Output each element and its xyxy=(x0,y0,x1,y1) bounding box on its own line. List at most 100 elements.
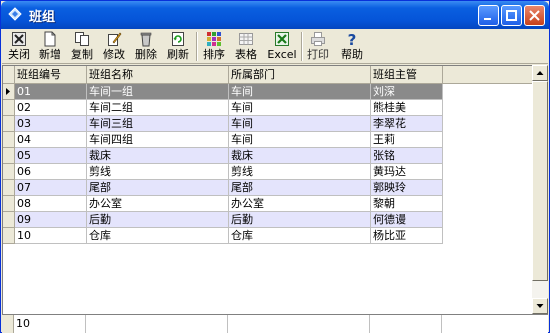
table-icon xyxy=(239,33,253,45)
cell-supervisor[interactable]: 李翠花 xyxy=(371,116,443,132)
row-indicator[interactable] xyxy=(3,164,15,180)
close-button[interactable]: 关闭 xyxy=(6,30,32,63)
cell-code[interactable]: 01 xyxy=(15,84,87,100)
cell-supervisor[interactable]: 张铭 xyxy=(371,148,443,164)
cell-name[interactable]: 车间一组 xyxy=(87,84,229,100)
column-header-code[interactable]: 班组编号 xyxy=(15,66,87,84)
copy-button[interactable]: 复制 xyxy=(68,30,96,63)
cell-code[interactable]: 06 xyxy=(15,164,87,180)
close-icon xyxy=(529,10,540,21)
row-indicator[interactable] xyxy=(3,100,15,116)
row-indicator[interactable] xyxy=(3,196,15,212)
new-button[interactable]: 新增 xyxy=(36,30,64,63)
copy-label: 复制 xyxy=(71,48,93,61)
current-row-arrow-icon xyxy=(6,88,10,95)
column-header-supervisor[interactable]: 班组主管 xyxy=(371,66,443,84)
toolbar: 关闭 新增 复制 修改 删除 刷新 排序 表格 Excel 打印 ? 帮助 xyxy=(2,29,548,64)
maximize-button[interactable] xyxy=(501,5,522,26)
title-bar[interactable]: 班组 xyxy=(1,1,549,29)
cell-supervisor[interactable]: 郭映玲 xyxy=(371,180,443,196)
copy-icon xyxy=(75,32,89,46)
cell-code[interactable]: 04 xyxy=(15,132,87,148)
cell-code[interactable]: 10 xyxy=(15,228,87,244)
footer-indicator xyxy=(2,315,14,333)
cell-department[interactable]: 裁床 xyxy=(229,148,371,164)
row-indicator[interactable] xyxy=(3,132,15,148)
minimize-button[interactable] xyxy=(478,5,499,26)
arrow-up-icon xyxy=(536,71,544,75)
cell-code[interactable]: 08 xyxy=(15,196,87,212)
sort-button[interactable]: 排序 xyxy=(200,30,228,63)
help-button[interactable]: ? 帮助 xyxy=(338,30,366,63)
row-indicator[interactable] xyxy=(3,228,15,244)
cell-department[interactable]: 车间 xyxy=(229,84,371,100)
cell-code[interactable]: 02 xyxy=(15,100,87,116)
row-indicator[interactable] xyxy=(3,148,15,164)
cell-name[interactable]: 尾部 xyxy=(87,180,229,196)
cell-name[interactable]: 车间三组 xyxy=(87,116,229,132)
cell-name[interactable]: 车间二组 xyxy=(87,100,229,116)
cell-supervisor[interactable]: 黄玛达 xyxy=(371,164,443,180)
table-label: 表格 xyxy=(235,48,257,61)
cell-supervisor[interactable]: 黎朝 xyxy=(371,196,443,212)
grid-empty-area xyxy=(443,84,532,314)
cell-name[interactable]: 裁床 xyxy=(87,148,229,164)
edit-label: 修改 xyxy=(103,48,125,61)
cell-department[interactable]: 车间 xyxy=(229,116,371,132)
column-header-name[interactable]: 班组名称 xyxy=(87,66,229,84)
delete-button[interactable]: 删除 xyxy=(132,30,160,63)
cell-supervisor[interactable]: 熊桂美 xyxy=(371,100,443,116)
data-grid[interactable]: 班组编号 班组名称 所属部门 班组主管 01 车间一组 车间 刘深 02 车间二组 车间 熊桂… xyxy=(2,65,532,314)
window-title: 班组 xyxy=(29,10,56,25)
excel-label: Excel xyxy=(267,48,297,61)
cell-supervisor[interactable]: 何德谩 xyxy=(371,212,443,228)
cell-code[interactable]: 03 xyxy=(15,116,87,132)
cell-code[interactable]: 07 xyxy=(15,180,87,196)
arrow-down-icon xyxy=(536,304,544,308)
cell-department[interactable]: 剪线 xyxy=(229,164,371,180)
cell-code[interactable]: 09 xyxy=(15,212,87,228)
close-icon xyxy=(12,32,26,46)
cell-department[interactable]: 后勤 xyxy=(229,212,371,228)
cell-supervisor[interactable]: 王莉 xyxy=(371,132,443,148)
vertical-scrollbar[interactable] xyxy=(532,65,548,314)
cell-name[interactable]: 仓库 xyxy=(87,228,229,244)
header-corner xyxy=(3,66,15,84)
cell-name[interactable]: 后勤 xyxy=(87,212,229,228)
print-button[interactable]: 打印 xyxy=(304,30,332,63)
footer-cell xyxy=(370,315,442,333)
cell-code[interactable]: 05 xyxy=(15,148,87,164)
scroll-up-button[interactable] xyxy=(532,65,548,81)
window: 班组 关闭 新增 复制 修改 删除 刷新 排序 表格 Excel 打印 ? 帮助… xyxy=(0,0,550,333)
footer-bar: 10 xyxy=(2,314,548,333)
help-label: 帮助 xyxy=(341,48,363,61)
footer-cell xyxy=(228,315,370,333)
table-button[interactable]: 表格 xyxy=(232,30,260,63)
cell-name[interactable]: 剪线 xyxy=(87,164,229,180)
row-indicator[interactable] xyxy=(3,84,15,100)
cell-name[interactable]: 车间四组 xyxy=(87,132,229,148)
cell-department[interactable]: 车间 xyxy=(229,132,371,148)
close-window-button[interactable] xyxy=(524,5,545,26)
cell-department[interactable]: 仓库 xyxy=(229,228,371,244)
print-icon xyxy=(311,32,325,46)
column-header-department[interactable]: 所属部门 xyxy=(229,66,371,84)
row-indicator[interactable] xyxy=(3,116,15,132)
row-indicator[interactable] xyxy=(3,212,15,228)
refresh-button[interactable]: 刷新 xyxy=(164,30,192,63)
new-label: 新增 xyxy=(39,48,61,61)
sort-icon xyxy=(207,32,221,46)
cell-department[interactable]: 办公室 xyxy=(229,196,371,212)
excel-button[interactable]: Excel xyxy=(266,30,298,63)
row-indicator[interactable] xyxy=(3,180,15,196)
edit-button[interactable]: 修改 xyxy=(100,30,128,63)
cell-department[interactable]: 尾部 xyxy=(229,180,371,196)
cell-supervisor[interactable]: 杨比亚 xyxy=(371,228,443,244)
sort-label: 排序 xyxy=(203,48,225,61)
scroll-thumb[interactable] xyxy=(532,81,548,281)
cell-supervisor[interactable]: 刘深 xyxy=(371,84,443,100)
scroll-down-button[interactable] xyxy=(532,298,548,314)
cell-name[interactable]: 办公室 xyxy=(87,196,229,212)
cell-department[interactable]: 车间 xyxy=(229,100,371,116)
delete-label: 删除 xyxy=(135,48,157,61)
